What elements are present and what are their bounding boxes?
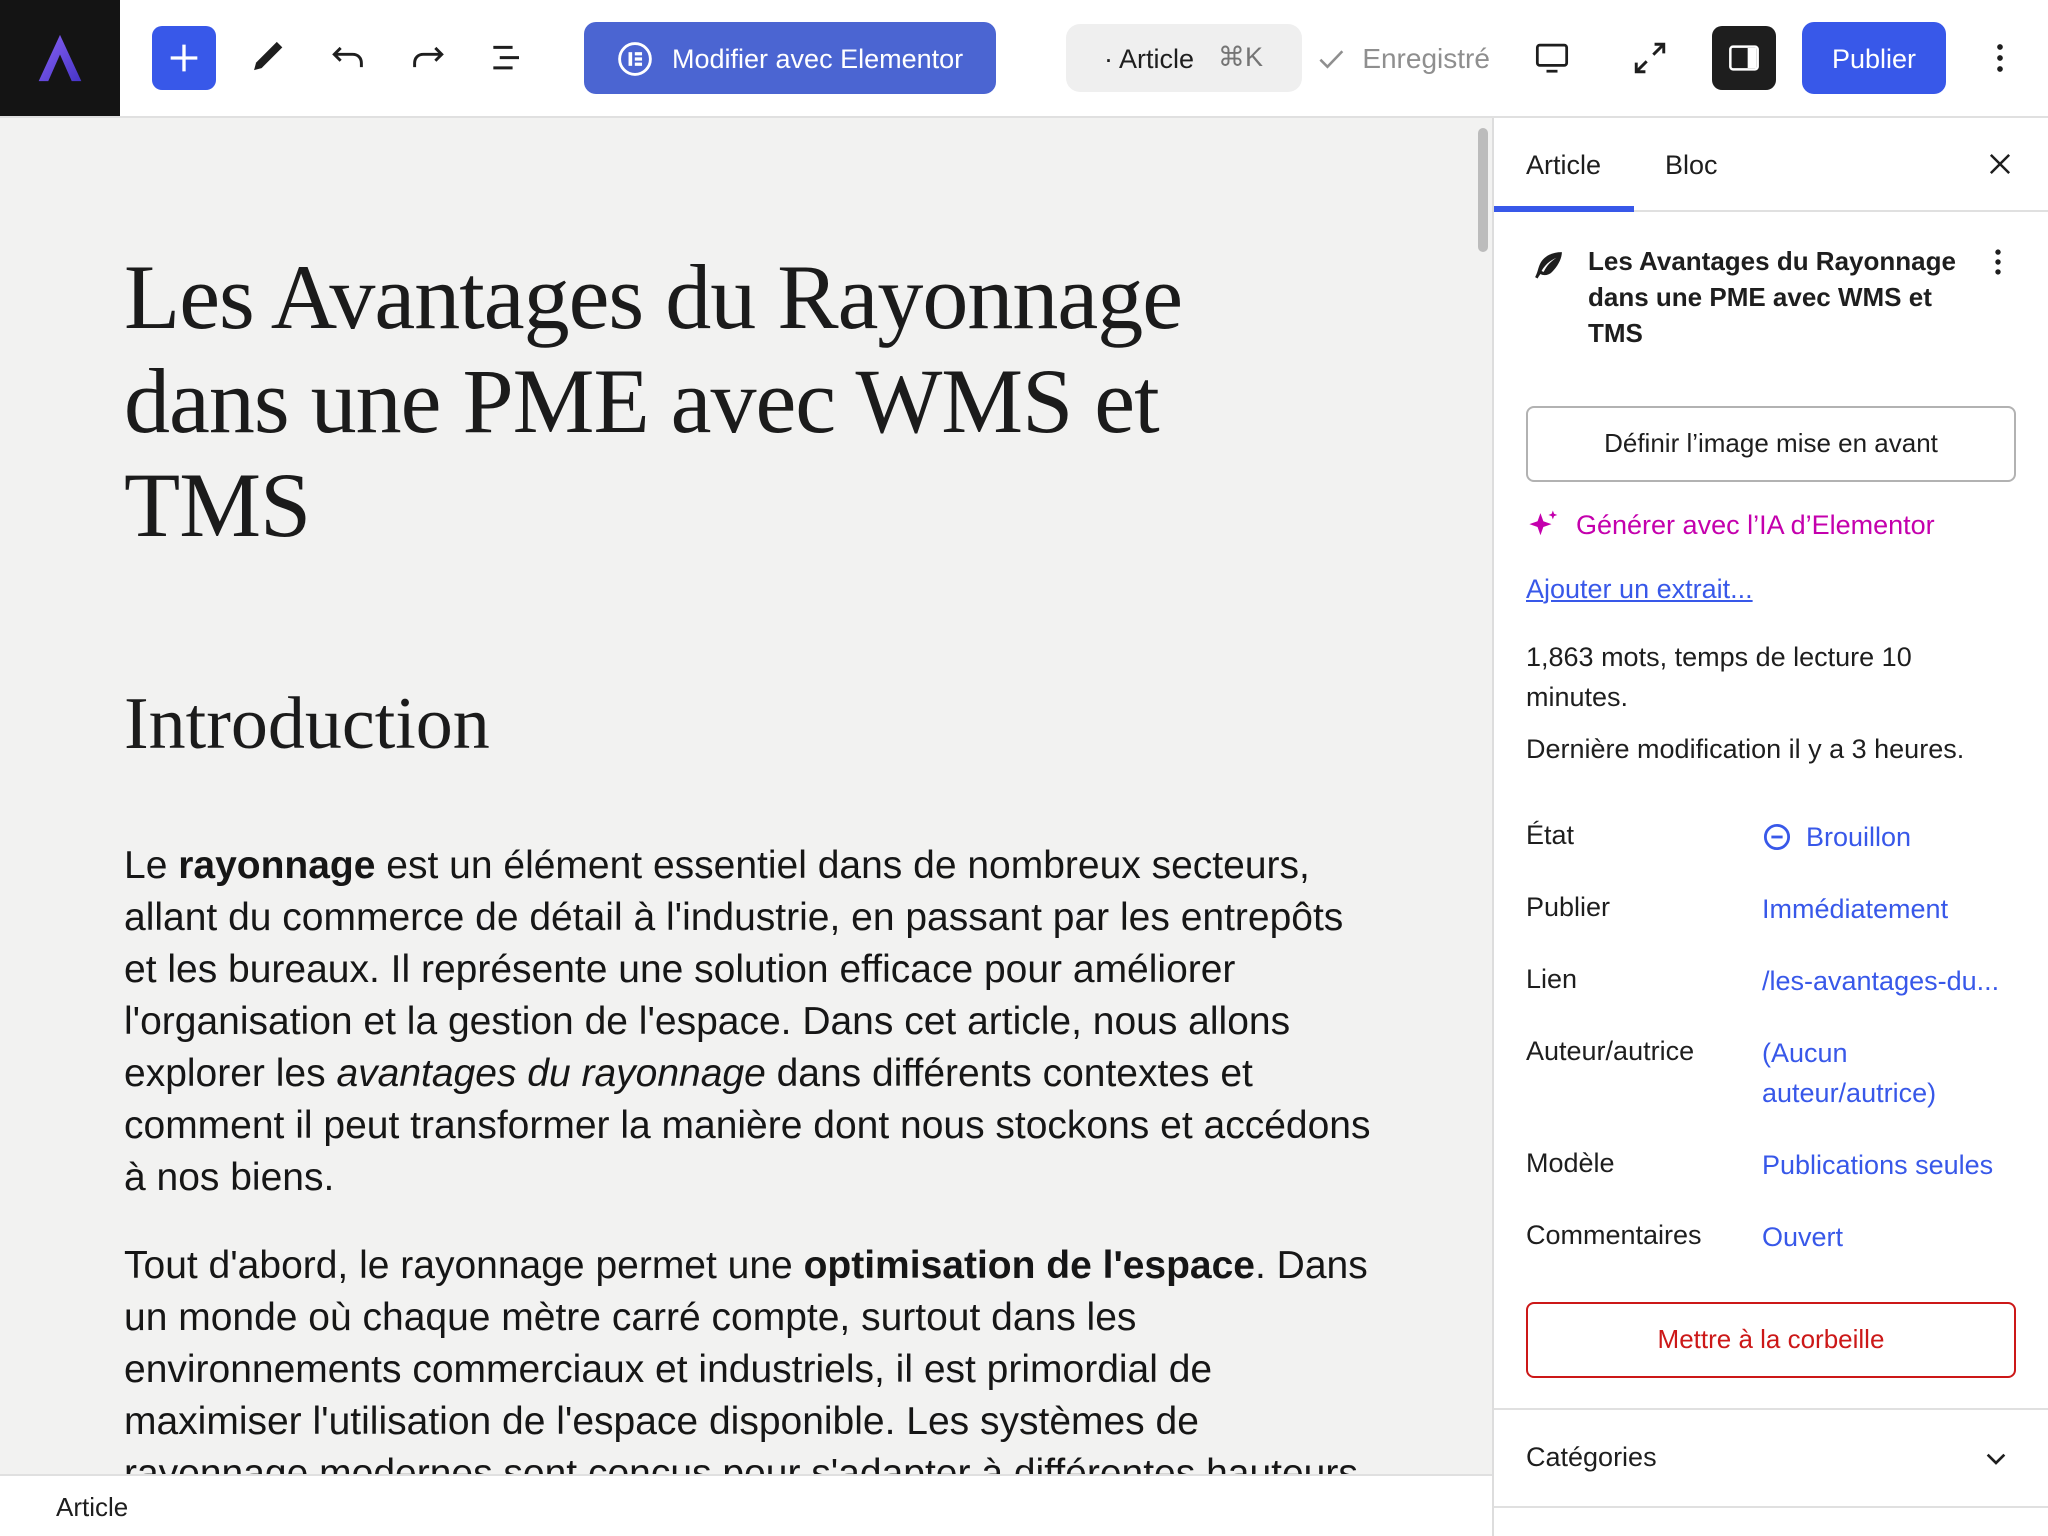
summary-row-link: Lien /les-avantages-du... bbox=[1526, 945, 2016, 1017]
post-card-title[interactable]: Les Avantages du Rayonnage dans une PME … bbox=[1588, 244, 1960, 353]
fullscreen-button[interactable] bbox=[1614, 22, 1686, 94]
command-shortcut: ⌘K bbox=[1218, 42, 1263, 74]
document-command-pill[interactable]: · Article ⌘K bbox=[1066, 24, 1301, 92]
summary-rows: État Brouillon Publier Immédiatement bbox=[1526, 801, 2016, 1273]
sidebar-toggle-icon bbox=[1724, 38, 1764, 78]
block-editor: Modifier avec Elementor · Article ⌘K Enr… bbox=[0, 0, 2048, 1536]
edit-with-elementor-button[interactable]: Modifier avec Elementor bbox=[584, 22, 995, 94]
sparkle-icon bbox=[1526, 507, 1560, 541]
categories-panel-header[interactable]: Catégories bbox=[1494, 1407, 2048, 1507]
post-title-heading[interactable]: Les Avantages du Rayonnage dans une PME … bbox=[124, 246, 1324, 558]
publish-button[interactable]: Publier bbox=[1802, 22, 1946, 94]
fullscreen-icon bbox=[1628, 36, 1672, 80]
plus-icon bbox=[164, 38, 204, 78]
settings-sidebar: Article Bloc Les Avantages du Rayonnage … bbox=[1492, 118, 2048, 1536]
preview-button[interactable] bbox=[1516, 22, 1588, 94]
document-pill-label: · Article bbox=[1104, 43, 1194, 73]
close-icon bbox=[1980, 144, 2020, 184]
summary-row-template: Modèle Publications seules bbox=[1526, 1129, 2016, 1201]
elementor-circle-icon bbox=[616, 39, 654, 77]
header-tools bbox=[232, 22, 544, 94]
post-card-menu-button[interactable] bbox=[1980, 244, 2016, 280]
publish-date-button[interactable]: Immédiatement bbox=[1762, 889, 1948, 929]
editor-canvas: Les Avantages du Rayonnage dans une PME … bbox=[0, 118, 1492, 1474]
summary-row-publish: Publier Immédiatement bbox=[1526, 873, 2016, 945]
row-label: Commentaires bbox=[1526, 1217, 1762, 1249]
generate-with-ai-link[interactable]: Générer avec l’IA d’Elementor bbox=[1526, 507, 2016, 541]
row-label: Modèle bbox=[1526, 1145, 1762, 1177]
saved-status-button[interactable]: Enregistré bbox=[1314, 41, 1490, 75]
add-block-button[interactable] bbox=[152, 26, 216, 90]
row-label: État bbox=[1526, 817, 1762, 849]
row-label: Publier bbox=[1526, 889, 1762, 921]
permalink-button[interactable]: /les-avantages-du... bbox=[1762, 961, 1999, 1001]
author-button[interactable]: (Aucun auteur/autrice) bbox=[1762, 1033, 2016, 1113]
redo-button[interactable] bbox=[392, 22, 464, 94]
status-value-button[interactable]: Brouillon bbox=[1762, 817, 1911, 857]
header-right-group: Enregistré bbox=[1314, 22, 2048, 94]
summary-row-status: État Brouillon bbox=[1526, 801, 2016, 873]
editor-header: Modifier avec Elementor · Article ⌘K Enr… bbox=[0, 0, 2048, 118]
settings-sidebar-toggle-button[interactable] bbox=[1712, 26, 1776, 90]
row-label: Auteur/autrice bbox=[1526, 1033, 1762, 1065]
add-excerpt-link[interactable]: Ajouter un extrait... bbox=[1526, 573, 1753, 603]
tab-article[interactable]: Article bbox=[1494, 118, 1633, 210]
breadcrumb[interactable]: Article bbox=[56, 1491, 128, 1521]
elementor-button-label: Modifier avec Elementor bbox=[672, 43, 963, 73]
site-logo-button[interactable] bbox=[0, 0, 120, 116]
sidebar-tabs: Article Bloc bbox=[1494, 118, 2048, 212]
list-view-icon bbox=[486, 36, 530, 80]
kebab-icon bbox=[1980, 38, 2020, 78]
post-paragraphs: Le rayonnage est un élément essentiel da… bbox=[124, 840, 1380, 1474]
chevron-down-icon bbox=[1976, 1437, 2016, 1477]
ai-link-label: Générer avec l’IA d’Elementor bbox=[1576, 509, 1935, 539]
edit-tool-button[interactable] bbox=[232, 22, 304, 94]
post-paragraph[interactable]: Le rayonnage est un élément essentiel da… bbox=[124, 840, 1380, 1204]
article-settings-panel: Les Avantages du Rayonnage dans une PME … bbox=[1494, 212, 2048, 1536]
redo-icon bbox=[406, 36, 450, 80]
undo-icon bbox=[326, 36, 370, 80]
more-options-button[interactable] bbox=[1972, 22, 2028, 94]
intro-heading[interactable]: Introduction bbox=[124, 682, 1380, 768]
template-button[interactable]: Publications seules bbox=[1762, 1145, 1993, 1185]
pencil-icon bbox=[246, 36, 290, 80]
word-count-text: 1,863 mots, temps de lecture 10 minutes. bbox=[1526, 637, 2016, 717]
canvas-scrollbar-thumb[interactable] bbox=[1478, 128, 1488, 252]
list-view-button[interactable] bbox=[472, 22, 544, 94]
post-summary-card: Les Avantages du Rayonnage dans une PME … bbox=[1526, 244, 2016, 353]
post-paragraph[interactable]: Tout d'abord, le rayonnage permet une op… bbox=[124, 1240, 1380, 1474]
row-label: Lien bbox=[1526, 961, 1762, 993]
editor-footer: Article bbox=[0, 1474, 1492, 1536]
categories-label: Catégories bbox=[1526, 1442, 1657, 1472]
last-modified-text: Dernière modification il y a 3 heures. bbox=[1526, 729, 2016, 769]
close-sidebar-button[interactable] bbox=[1952, 118, 2048, 210]
summary-row-author: Auteur/autrice (Aucun auteur/autrice) bbox=[1526, 1017, 2016, 1129]
summary-row-comments: Commentaires Ouvert bbox=[1526, 1201, 2016, 1273]
tab-bloc[interactable]: Bloc bbox=[1633, 118, 1750, 210]
move-to-trash-button[interactable]: Mettre à la corbeille bbox=[1526, 1301, 2016, 1377]
post-content: Les Avantages du Rayonnage dans une PME … bbox=[0, 118, 1492, 1474]
feather-icon bbox=[1526, 246, 1568, 288]
saved-status-label: Enregistré bbox=[1362, 42, 1490, 74]
monitor-icon bbox=[1530, 36, 1574, 80]
elementor-logo-icon bbox=[28, 26, 92, 90]
check-icon bbox=[1314, 41, 1348, 75]
undo-button[interactable] bbox=[312, 22, 384, 94]
set-featured-image-button[interactable]: Définir l’image mise en avant bbox=[1526, 405, 2016, 481]
draft-status-icon bbox=[1762, 821, 1792, 851]
comments-button[interactable]: Ouvert bbox=[1762, 1217, 1843, 1257]
